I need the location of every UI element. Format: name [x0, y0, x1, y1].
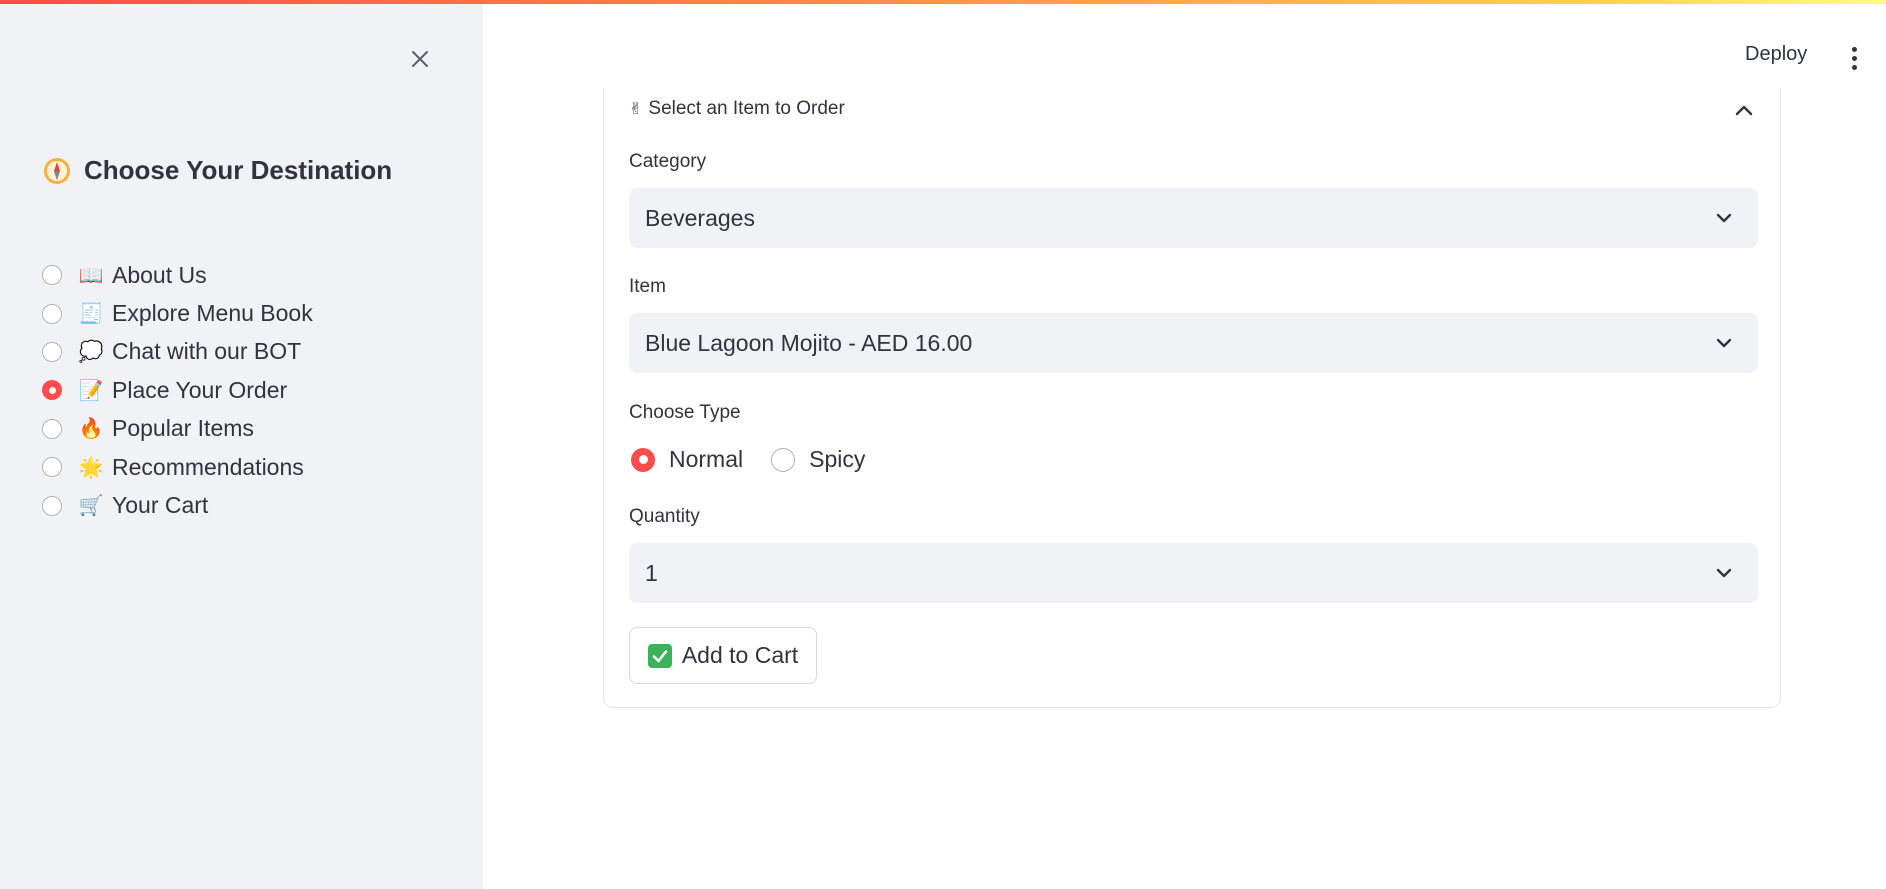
compass-icon	[42, 156, 72, 186]
memo-icon: 📝	[78, 379, 104, 402]
radio-button[interactable]	[42, 303, 62, 324]
radio-button[interactable]	[42, 418, 62, 439]
sidebar-item-popular-items[interactable]: 🔥 Popular Items	[42, 410, 313, 448]
item-label: Item	[629, 276, 666, 297]
add-to-cart-label: Add to Cart	[681, 642, 799, 668]
radio-button[interactable]	[42, 495, 62, 516]
sidebar-item-recommendations[interactable]: 🌟 Recommendations	[42, 448, 313, 486]
menu-dot-icon	[1851, 46, 1857, 52]
quantity-value: 1	[645, 559, 658, 586]
deploy-button[interactable]: Deploy	[1745, 43, 1807, 66]
main-menu-button[interactable]	[1842, 44, 1866, 72]
radio-button[interactable]	[42, 457, 62, 478]
type-option-label: Spicy	[809, 446, 866, 472]
category-label: Category	[629, 151, 707, 172]
close-icon	[412, 51, 428, 67]
sidebar-item-chat-with-bot[interactable]: 💭 Chat with our BOT	[42, 333, 313, 371]
quantity-label: Quantity	[629, 506, 700, 527]
star-icon: 🌟	[78, 456, 104, 479]
category-select[interactable]: Beverages	[629, 188, 1758, 248]
type-option-label: Normal	[669, 446, 744, 472]
sidebar-item-label: Place Your Order	[112, 376, 288, 403]
navigation-radio-group: 📖 About Us 🧾 Explore Menu Book 💭 Chat wi…	[42, 256, 313, 525]
receipt-icon: 🧾	[78, 303, 104, 326]
sidebar-item-label: About Us	[112, 261, 207, 288]
item-value: Blue Lagoon Mojito - AED 16.00	[645, 329, 973, 356]
type-radio-group: Normal Spicy	[631, 446, 893, 473]
sidebar-item-label: Popular Items	[112, 415, 254, 442]
sidebar-item-label: Your Cart	[112, 492, 209, 519]
expander-title: Select an Item to Order	[648, 98, 845, 119]
expander-header[interactable]: ✌ Select an Item to Order	[629, 98, 845, 120]
radio-button-selected[interactable]	[631, 447, 655, 472]
sidebar-item-your-cart[interactable]: 🛒 Your Cart	[42, 486, 313, 524]
radio-button[interactable]	[42, 265, 62, 286]
sidebar-item-label: Chat with our BOT	[112, 338, 302, 365]
add-to-cart-button[interactable]: Add to Cart	[629, 627, 817, 684]
check-mark-icon	[647, 643, 672, 668]
top-decoration-bar	[0, 0, 1886, 4]
close-sidebar-button[interactable]	[405, 44, 435, 74]
sidebar-title: Choose Your Destination	[42, 155, 392, 186]
choose-type-label: Choose Type	[629, 402, 741, 423]
menu-dot-icon	[1851, 64, 1857, 70]
sidebar: Choose Your Destination 📖 About Us 🧾 Exp…	[0, 0, 483, 889]
thought-bubble-icon: 💭	[78, 341, 104, 364]
sidebar-item-about-us[interactable]: 📖 About Us	[42, 256, 313, 294]
chevron-down-icon	[1716, 568, 1732, 578]
sidebar-item-place-your-order[interactable]: 📝 Place Your Order	[42, 371, 313, 409]
type-option-spicy[interactable]: Spicy	[771, 446, 865, 473]
chevron-up-icon	[1735, 105, 1753, 116]
item-select[interactable]: Blue Lagoon Mojito - AED 16.00	[629, 313, 1758, 373]
radio-button[interactable]	[42, 341, 62, 362]
radio-button-selected[interactable]	[42, 380, 62, 401]
fire-icon: 🔥	[78, 418, 104, 441]
order-expander: ✌ Select an Item to Order Category Bever…	[603, 88, 1781, 708]
sidebar-title-text: Choose Your Destination	[84, 155, 393, 185]
cart-icon: 🛒	[78, 495, 104, 518]
type-option-normal[interactable]: Normal	[631, 446, 743, 473]
sidebar-item-explore-menu-book[interactable]: 🧾 Explore Menu Book	[42, 294, 313, 332]
chevron-down-icon	[1716, 338, 1732, 348]
category-value: Beverages	[645, 204, 755, 231]
menu-dot-icon	[1851, 55, 1857, 61]
victory-hand-icon: ✌	[629, 101, 643, 118]
quantity-select[interactable]: 1	[629, 543, 1758, 603]
collapse-expander-button[interactable]	[1732, 98, 1756, 122]
chevron-down-icon	[1716, 213, 1732, 223]
sidebar-item-label: Recommendations	[112, 453, 304, 480]
book-icon: 📖	[78, 264, 104, 287]
sidebar-item-label: Explore Menu Book	[112, 300, 313, 327]
radio-button[interactable]	[771, 447, 796, 472]
